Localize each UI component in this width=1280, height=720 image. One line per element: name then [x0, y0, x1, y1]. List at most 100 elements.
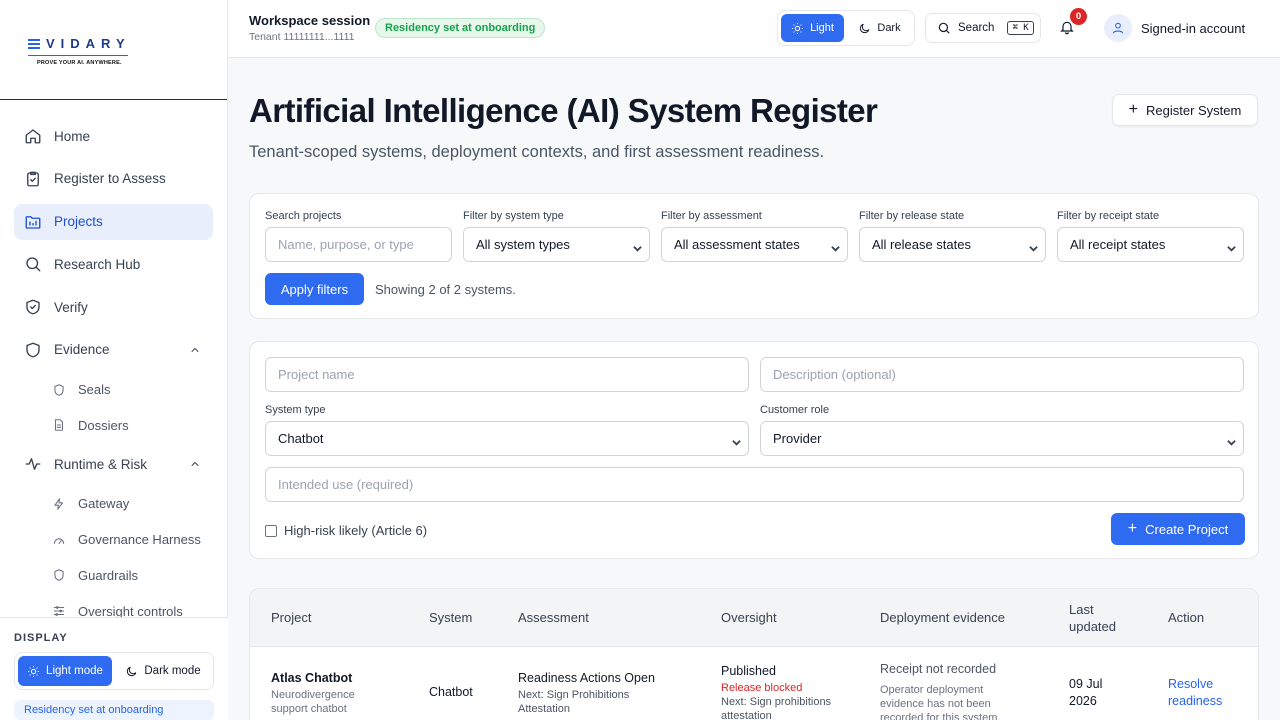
- sidebar-item-home[interactable]: Home: [14, 118, 213, 154]
- search-label: Search: [958, 22, 995, 34]
- chevron-down-icon: [1227, 241, 1236, 252]
- description-input[interactable]: Description (optional): [760, 357, 1244, 392]
- system-type-label: System type: [265, 404, 326, 416]
- clipboard-check-icon: [27, 171, 39, 187]
- sidebar-item-research-hub[interactable]: Research Hub: [14, 246, 213, 282]
- sidebar-item-evidence[interactable]: Evidence: [14, 332, 213, 368]
- register-system-button[interactable]: + Register System: [1112, 94, 1258, 126]
- checkbox-box[interactable]: [265, 524, 277, 537]
- chevron-up-icon[interactable]: [189, 344, 201, 356]
- sidebar-item-governance-harness[interactable]: Governance Harness: [14, 525, 213, 555]
- theme-light-button[interactable]: Light: [781, 14, 844, 42]
- system-type-filter-label: Filter by system type: [463, 210, 564, 222]
- sidebar-item-oversight-controls[interactable]: Oversight controls: [14, 596, 213, 618]
- assessment-filter-label: Filter by assessment: [661, 210, 762, 222]
- sidebar-item-register-to-assess[interactable]: Register to Assess: [14, 161, 213, 197]
- brand-tagline: PROVE YOUR AI. ANYWHERE.: [37, 60, 122, 66]
- system-type-filter-value: All system types: [476, 237, 570, 252]
- gauge-icon: [53, 538, 65, 544]
- residency-note: Residency set at onboarding: [14, 700, 214, 720]
- user-icon: [1112, 22, 1124, 34]
- system-type: Chatbot: [429, 685, 473, 699]
- sidebar-item-runtime-risk[interactable]: Runtime & Risk: [14, 446, 213, 482]
- shield-check-icon: [26, 299, 40, 315]
- seal-icon: [54, 384, 64, 396]
- brand-name: VIDARY: [46, 36, 131, 51]
- apply-filters-button[interactable]: Apply filters: [265, 273, 364, 305]
- sidebar: VIDARY PROVE YOUR AI. ANYWHERE. Home Reg…: [0, 0, 228, 720]
- project-name-input[interactable]: Project name: [265, 357, 749, 392]
- chevron-up-icon[interactable]: [189, 458, 201, 470]
- search-icon: [938, 22, 950, 34]
- customer-role-label: Customer role: [760, 404, 830, 416]
- filters-card: Search projects Name, purpose, or type F…: [249, 193, 1259, 319]
- oversight-status: Published: [721, 664, 776, 678]
- sidebar-item-verify[interactable]: Verify: [14, 289, 213, 325]
- column-header-deployment-evidence: Deployment evidence: [880, 610, 1006, 625]
- register-system-label: Register System: [1145, 102, 1242, 118]
- sidebar-item-label: Oversight controls: [78, 603, 183, 618]
- chevron-down-icon: [1029, 241, 1038, 252]
- moon-icon: [127, 666, 137, 676]
- theme-dark-button[interactable]: Dark: [848, 14, 911, 42]
- sidebar-item-label: Home: [54, 128, 91, 144]
- system-type-filter-select[interactable]: All system types: [463, 227, 650, 262]
- document-icon: [54, 419, 64, 432]
- sidebar-item-seals[interactable]: Seals: [14, 375, 213, 405]
- sidebar-item-dossiers[interactable]: Dossiers: [14, 410, 213, 440]
- high-risk-checkbox[interactable]: High-risk likely (Article 6): [265, 523, 427, 538]
- shield-icon: [26, 342, 40, 358]
- bolt-icon: [54, 498, 64, 510]
- sidebar-item-label: Projects: [54, 214, 103, 230]
- folder-icon: [25, 215, 41, 229]
- dark-mode-button[interactable]: Dark mode: [116, 656, 210, 686]
- sidebar-item-guardrails[interactable]: Guardrails: [14, 560, 213, 590]
- result-count-text: Showing 2 of 2 systems.: [375, 282, 516, 297]
- logo-icon: [28, 38, 40, 49]
- resolve-readiness-link[interactable]: Resolve readiness: [1168, 676, 1238, 710]
- search-button[interactable]: Search ⌘ K: [925, 13, 1041, 43]
- customer-role-select[interactable]: Provider: [760, 421, 1244, 456]
- avatar: [1104, 14, 1132, 42]
- project-description: Neurodivergence support chatbot: [271, 689, 355, 715]
- workspace-title: Workspace session: [249, 13, 371, 28]
- notification-count-badge: 0: [1070, 8, 1087, 25]
- release-blocked-status: Release blocked: [721, 682, 803, 694]
- search-shortcut: ⌘ K: [1007, 21, 1034, 35]
- sidebar-item-gateway[interactable]: Gateway: [14, 489, 213, 519]
- search-projects-label: Search projects: [265, 210, 342, 222]
- column-header-oversight: Oversight: [721, 610, 777, 625]
- light-mode-label: Light mode: [46, 665, 103, 677]
- sidebar-item-label: Seals: [78, 382, 111, 398]
- brand-logo[interactable]: VIDARY PROVE YOUR AI. ANYWHERE.: [0, 0, 227, 100]
- theme-dark-label: Dark: [877, 22, 901, 34]
- dark-mode-label: Dark mode: [144, 665, 201, 677]
- assessment-filter-select[interactable]: All assessment states: [661, 227, 848, 262]
- intended-use-input[interactable]: Intended use (required): [265, 467, 1244, 502]
- theme-toggle: Light Dark: [777, 10, 915, 46]
- project-name: Atlas Chatbot: [271, 671, 353, 685]
- receipt-filter-select[interactable]: All receipt states: [1057, 227, 1244, 262]
- column-header-assessment: Assessment: [518, 610, 589, 625]
- display-mode-toggle: Light mode Dark mode: [14, 652, 214, 690]
- activity-icon: [25, 458, 41, 471]
- sidebar-item-label: Runtime & Risk: [54, 456, 148, 472]
- light-mode-button[interactable]: Light mode: [18, 656, 112, 686]
- evidence-description: Operator deployment evidence has not bee…: [880, 684, 1001, 720]
- home-icon: [25, 129, 41, 144]
- display-settings: DISPLAY Light mode Dark mode Residency s…: [0, 617, 228, 720]
- sidebar-item-projects[interactable]: Projects: [14, 203, 213, 240]
- moon-icon: [860, 23, 870, 33]
- sidebar-item-label: Dossiers: [78, 417, 129, 433]
- create-project-button[interactable]: + Create Project: [1111, 513, 1245, 545]
- search-projects-input[interactable]: Name, purpose, or type: [265, 227, 452, 262]
- sidebar-item-label: Evidence: [54, 342, 110, 358]
- chevron-down-icon: [633, 241, 642, 252]
- assessment-next-step: Next: Sign Prohibitions Attestation: [518, 689, 630, 715]
- sun-icon: [28, 665, 39, 677]
- system-type-select[interactable]: Chatbot: [265, 421, 749, 456]
- release-filter-select[interactable]: All release states: [859, 227, 1046, 262]
- chevron-down-icon: [831, 241, 840, 252]
- receipt-filter-value: All receipt states: [1070, 237, 1166, 252]
- account-menu[interactable]: Signed-in account: [1104, 14, 1245, 42]
